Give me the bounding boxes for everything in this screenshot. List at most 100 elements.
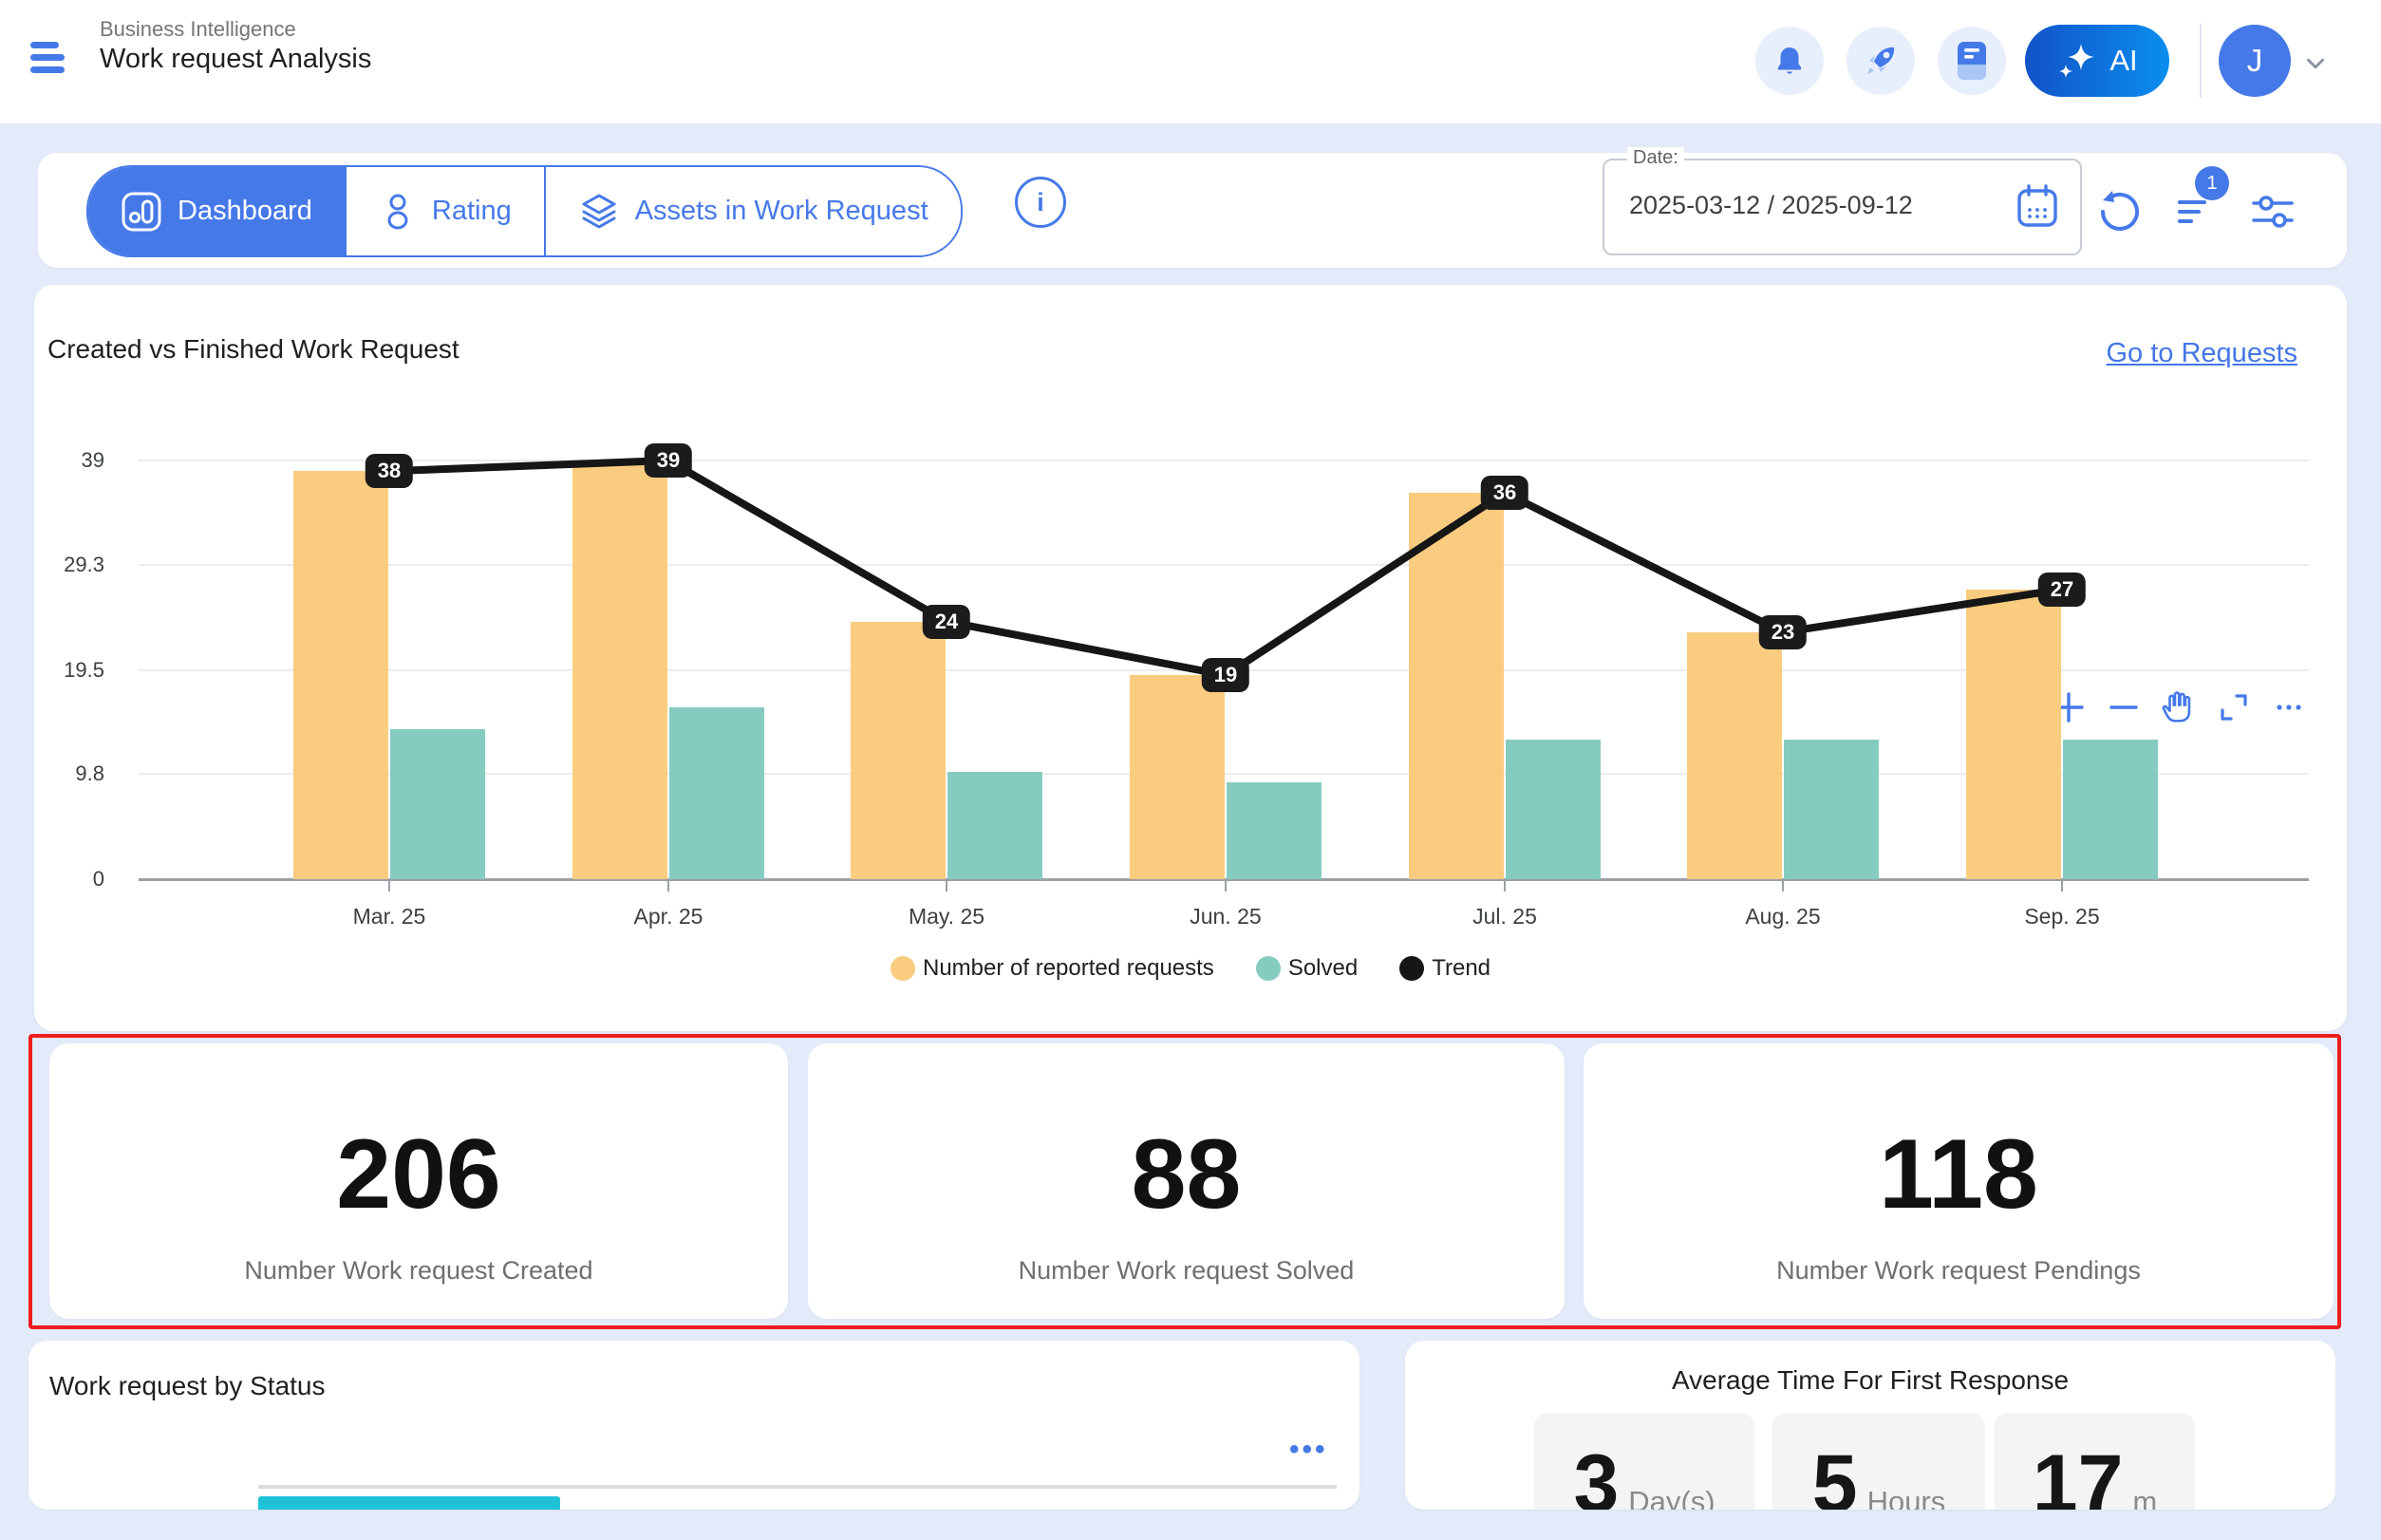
tab-dashboard[interactable]: Dashboard	[88, 167, 345, 255]
notebook-icon	[1955, 40, 1989, 82]
time-box-minutes: 17 m	[1995, 1413, 2195, 1510]
documentation-button[interactable]	[1938, 27, 2006, 95]
x-axis-label: Aug. 25	[1697, 904, 1868, 930]
response-card-title: Average Time For First Response	[1405, 1365, 2335, 1396]
legend-item[interactable]: Number of reported requests	[891, 955, 1214, 982]
time-unit: Hours	[1867, 1485, 1946, 1510]
legend-label: Solved	[1288, 955, 1358, 982]
y-axis-tick-label: 29.3	[44, 553, 104, 577]
settings-sliders-button[interactable]	[2250, 189, 2296, 235]
gridline	[139, 564, 2309, 566]
kpi-value: 206	[336, 1125, 501, 1224]
avatar[interactable]: J	[2219, 25, 2291, 97]
person-icon	[379, 191, 417, 233]
bell-icon	[1772, 43, 1808, 79]
app-header: Business Intelligence Work request Analy…	[0, 0, 2381, 123]
x-axis-label: Mar. 25	[304, 904, 475, 930]
x-axis-label: Jul. 25	[1419, 904, 1590, 930]
time-unit: Day(s)	[1628, 1485, 1715, 1510]
status-chart-bar	[258, 1496, 560, 1510]
kpi-card-created: 206 Number Work request Created	[49, 1043, 788, 1319]
more-options-icon[interactable]: •••	[1289, 1434, 1328, 1466]
page-title: Work request Analysis	[100, 44, 371, 75]
x-axis-tick	[388, 879, 390, 892]
legend-item[interactable]: Solved	[1256, 955, 1358, 982]
bar-solved	[669, 707, 764, 879]
date-field-label: Date:	[1627, 147, 1684, 169]
time-box-days: 3 Day(s)	[1534, 1413, 1754, 1510]
tab-assets-in-work-request[interactable]: Assets in Work Request	[544, 167, 961, 255]
status-card-title: Work request by Status	[49, 1371, 326, 1401]
info-icon[interactable]: i	[1015, 177, 1066, 228]
work-request-by-status-card: Work request by Status •••	[28, 1341, 1359, 1510]
trend-data-label: 24	[923, 605, 970, 639]
trend-data-label: 27	[2038, 573, 2086, 607]
bar-solved	[390, 729, 485, 879]
kpi-label: Number Work request Pendings	[1776, 1256, 2141, 1286]
kpi-value: 118	[1879, 1125, 2038, 1224]
trend-data-label: 23	[1759, 615, 1807, 649]
bar-solved	[947, 772, 1042, 879]
y-axis-tick-label: 19.5	[44, 658, 104, 683]
trend-data-label: 36	[1481, 476, 1528, 510]
legend-item[interactable]: Trend	[1399, 955, 1490, 982]
time-box-hours: 5 Hours	[1772, 1413, 1985, 1510]
x-axis-label: Apr. 25	[583, 904, 754, 930]
toolbar: Dashboard Rating Assets in Work Request	[38, 153, 2347, 268]
kpi-label: Number Work request Solved	[1019, 1256, 1355, 1286]
ai-label: AI	[2109, 44, 2137, 78]
x-axis-tick	[946, 879, 947, 892]
bar-solved	[2063, 740, 2158, 879]
rocket-icon	[1862, 42, 1900, 80]
bar-reported	[1966, 590, 2061, 879]
kpi-card-pendings: 118 Number Work request Pendings	[1584, 1043, 2334, 1319]
x-axis-label: Sep. 25	[1977, 904, 2147, 930]
refresh-icon	[2094, 189, 2140, 235]
time-value: 5	[1812, 1443, 1858, 1510]
status-chart-track	[258, 1485, 1337, 1489]
dashboard-icon	[121, 191, 162, 233]
legend-label: Number of reported requests	[923, 955, 1214, 982]
kpi-value: 88	[1132, 1125, 1242, 1224]
bar-reported	[851, 622, 946, 879]
time-unit: m	[2132, 1485, 2157, 1510]
tab-label: Rating	[432, 196, 512, 227]
bar-reported	[1687, 632, 1782, 879]
layers-icon	[578, 191, 620, 233]
sparkle-icon	[2056, 40, 2098, 82]
bar-reported	[293, 471, 388, 879]
tab-label: Dashboard	[178, 196, 312, 227]
app-subtitle: Business Intelligence	[100, 17, 296, 42]
legend-label: Trend	[1432, 955, 1490, 982]
launch-button[interactable]	[1847, 27, 1915, 95]
legend-dot-icon	[1399, 956, 1424, 981]
header-divider	[2200, 24, 2202, 98]
ai-assistant-button[interactable]: AI	[2025, 25, 2169, 97]
refresh-button[interactable]	[2094, 189, 2140, 235]
legend-dot-icon	[1256, 956, 1281, 981]
notifications-button[interactable]	[1755, 27, 1824, 95]
average-first-response-card: Average Time For First Response 3 Day(s)…	[1405, 1341, 2335, 1510]
time-value: 17	[2033, 1443, 2124, 1510]
x-axis-tick	[1782, 879, 1784, 892]
tab-rating[interactable]: Rating	[345, 167, 544, 255]
hamburger-menu-icon[interactable]	[30, 42, 68, 82]
date-range-field[interactable]: Date: 2025-03-12 / 2025-09-12	[1603, 159, 2082, 255]
x-axis-label: May. 25	[861, 904, 1032, 930]
bar-reported	[1130, 675, 1225, 879]
tab-label: Assets in Work Request	[635, 196, 928, 227]
calendar-icon[interactable]	[2015, 183, 2059, 229]
bar-reported	[572, 460, 667, 879]
trend-data-label: 39	[645, 443, 692, 478]
legend-dot-icon	[891, 956, 915, 981]
x-axis-tick	[1504, 879, 1506, 892]
y-axis-tick-label: 9.8	[44, 761, 104, 786]
chart-legend: Number of reported requests Solved Trend	[34, 955, 2347, 982]
time-value: 3	[1573, 1443, 1619, 1510]
trend-data-label: 38	[366, 454, 413, 488]
kpi-label: Number Work request Created	[244, 1256, 592, 1286]
chevron-down-icon[interactable]	[2301, 49, 2330, 78]
tab-group: Dashboard Rating Assets in Work Request	[86, 165, 963, 257]
y-axis-tick-label: 39	[44, 448, 104, 473]
x-axis-label: Jun. 25	[1140, 904, 1311, 930]
